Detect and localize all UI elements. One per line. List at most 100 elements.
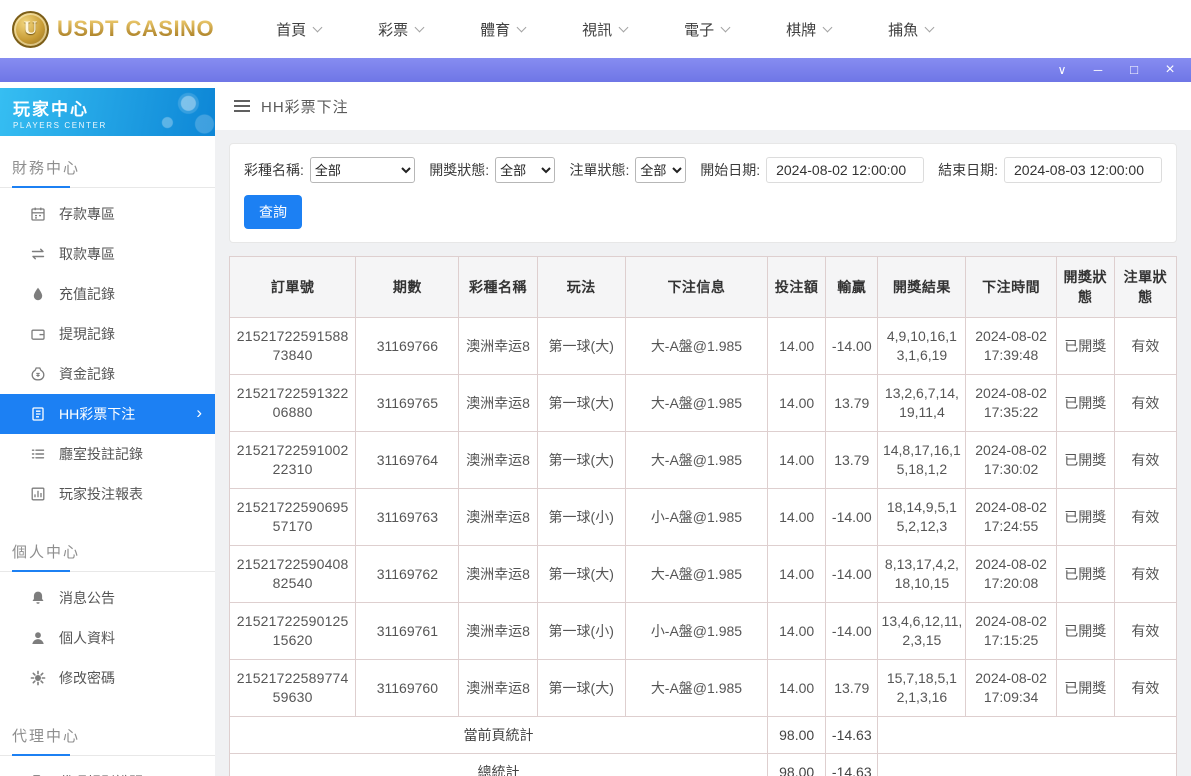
nav-item-label: 體育 [480, 21, 511, 39]
filter-panel: 彩種名稱: 全部 開獎狀態: 全部 注單狀態: 全部 開始日期: 結束日期: 查… [229, 143, 1177, 243]
table-cell: 澳洲幸运8 [458, 374, 538, 432]
menu-toggle-icon[interactable] [234, 100, 250, 112]
window-close-icon[interactable] [1163, 58, 1177, 82]
column-header: 玩法 [536, 256, 626, 318]
lottery-type-select[interactable]: 全部 [309, 157, 416, 183]
table-cell: 已開獎 [1055, 431, 1115, 489]
sidebar-item[interactable]: 玩家投注報表 [0, 474, 215, 514]
sidebar-item[interactable]: 存款專區 [0, 194, 215, 234]
top-nav: 首頁 彩票 體育 視訊 電子 棋牌 捕魚 [276, 19, 935, 40]
bet-status-label: 注單狀態: [569, 162, 630, 178]
table-cell: 2152172259158873840 [228, 317, 357, 375]
sidebar-menu: 財務中心存款專區取款專區充值記錄提現記錄資金記錄 HH彩票下注廳室投註記錄玩家投注… [0, 151, 215, 776]
table-row: 2152172259132206880 31169765 澳洲幸运8 第一球(大) 大-… [228, 374, 1178, 432]
table-cell: 31169763 [355, 488, 460, 546]
nav-item[interactable]: 捕魚 [888, 19, 935, 40]
sidebar-item[interactable]: 代理規則說明 [0, 762, 215, 776]
nav-item[interactable]: 首頁 [276, 19, 323, 40]
table-row: 2152172259012515620 31169761 澳洲幸运8 第一球(小) 小-… [228, 602, 1178, 660]
table-cell: 2152172259040882540 [228, 545, 357, 603]
table-cell: 澳洲幸运8 [458, 488, 538, 546]
table-cell: 31169761 [355, 602, 460, 660]
page-title: HH彩票下注 [261, 98, 349, 116]
table-cell: 有效 [1113, 488, 1178, 546]
table-cell: 有效 [1113, 659, 1178, 717]
nav-item[interactable]: 彩票 [378, 19, 425, 40]
user-icon [30, 630, 46, 646]
sidebar-item[interactable]: 充值記錄 [0, 274, 215, 314]
bets-table-card: 訂單號 期數 彩種名稱 玩法 下注信息 投注額 輸贏 開獎結果 下注時間 開獎狀態 注單狀態 215… [228, 256, 1178, 776]
sidebar-item-label: 個人資料 [59, 630, 115, 646]
column-header: 注單狀態 [1113, 256, 1178, 318]
sidebar-section-menu: 存款專區取款專區充值記錄提現記錄資金記錄 HH彩票下注廳室投註記錄玩家投注報表 [0, 188, 215, 520]
table-cell: 2024-08-02 17:20:08 [965, 545, 1057, 603]
summary-winloss-total: -14.63 [825, 753, 879, 776]
sidebar-item[interactable]: 修改密碼 [0, 658, 215, 698]
summary-bet-total: 98.00 [767, 753, 827, 776]
logo[interactable]: U USDT CASINO [12, 10, 214, 48]
table-cell: -14.00 [825, 317, 879, 375]
sidebar-item[interactable]: 取款專區 [0, 234, 215, 274]
table-row: 2152172259158873840 31169766 澳洲幸运8 第一球(大) 大-… [228, 317, 1178, 375]
column-header: 投注額 [767, 256, 827, 318]
table-cell: 澳洲幸运8 [458, 659, 538, 717]
player-report-icon [30, 486, 46, 502]
table-cell: 有效 [1113, 317, 1178, 375]
sidebar-section-title: 代理中心 [0, 719, 215, 756]
usdt-coin-icon: U [12, 10, 49, 48]
start-date-input[interactable] [766, 157, 925, 183]
sidebar-item-label: 取款專區 [59, 246, 115, 262]
nav-item[interactable]: 視訊 [582, 19, 629, 40]
table-cell: 14.00 [767, 602, 827, 660]
table-cell: 已開獎 [1055, 317, 1115, 375]
table-cell: 大-A盤@1.985 [624, 431, 769, 489]
window-minimize-icon[interactable] [1091, 58, 1105, 82]
sidebar-item[interactable]: 廳室投註記錄 [0, 434, 215, 474]
table-cell: 14,8,17,16,15,18,1,2 [877, 431, 967, 489]
table-cell: 13.79 [825, 659, 879, 717]
balls-decoration-icon [145, 88, 215, 136]
end-date-input[interactable] [1004, 157, 1162, 183]
table-cell: 4,9,10,16,13,1,6,19 [877, 317, 967, 375]
sidebar-item-label: 資金記錄 [59, 366, 115, 382]
table-cell: 第一球(大) [536, 317, 626, 375]
table-cell: 第一球(小) [536, 488, 626, 546]
table-cell: 13,2,6,7,14,19,11,4 [877, 374, 967, 432]
query-button[interactable]: 查詢 [244, 195, 302, 229]
table-row: 2152172259100222310 31169764 澳洲幸运8 第一球(大) 大-… [228, 431, 1178, 489]
sidebar-item[interactable]: HH彩票下注 [0, 394, 215, 434]
table-cell: 2024-08-02 17:15:25 [965, 602, 1057, 660]
nav-item[interactable]: 體育 [480, 19, 527, 40]
nav-item-label: 棋牌 [786, 21, 817, 39]
sidebar-item[interactable]: 資金記錄 [0, 354, 215, 394]
draw-status-label: 開獎狀態: [429, 162, 490, 178]
window-restore-chevron-icon[interactable] [1055, 58, 1069, 82]
sidebar-section-title: 財務中心 [0, 151, 215, 188]
chevron-down-icon [414, 22, 425, 32]
gear-icon [30, 670, 46, 686]
nav-item[interactable]: 電子 [684, 19, 731, 40]
table-cell: 2024-08-02 17:09:34 [965, 659, 1057, 717]
summary-winloss-total: -14.63 [825, 716, 879, 754]
sidebar-item[interactable]: 消息公告 [0, 578, 215, 618]
chevron-down-icon [618, 22, 629, 32]
summary-label: 當前頁統計 [228, 716, 769, 754]
table-cell: -14.00 [825, 545, 879, 603]
column-header: 彩種名稱 [458, 256, 538, 318]
bet-status-select[interactable]: 全部 [635, 157, 687, 183]
table-cell: 2024-08-02 17:35:22 [965, 374, 1057, 432]
sidebar-item[interactable]: 提現記錄 [0, 314, 215, 354]
lottery-type-label: 彩種名稱: [244, 162, 304, 178]
chevron-down-icon [720, 22, 731, 32]
window-maximize-icon[interactable] [1127, 58, 1141, 82]
start-date-label: 開始日期: [700, 162, 761, 178]
table-cell: 大-A盤@1.985 [624, 317, 769, 375]
sidebar-item[interactable]: 個人資料 [0, 618, 215, 658]
draw-status-select[interactable]: 全部 [495, 157, 556, 183]
table-cell: 已開獎 [1055, 602, 1115, 660]
nav-item[interactable]: 棋牌 [786, 19, 833, 40]
table-cell: 澳洲幸运8 [458, 431, 538, 489]
table-cell: 18,14,9,5,15,2,12,3 [877, 488, 967, 546]
withdraw-transfer-icon [30, 246, 46, 262]
table-cell: 第一球(大) [536, 374, 626, 432]
